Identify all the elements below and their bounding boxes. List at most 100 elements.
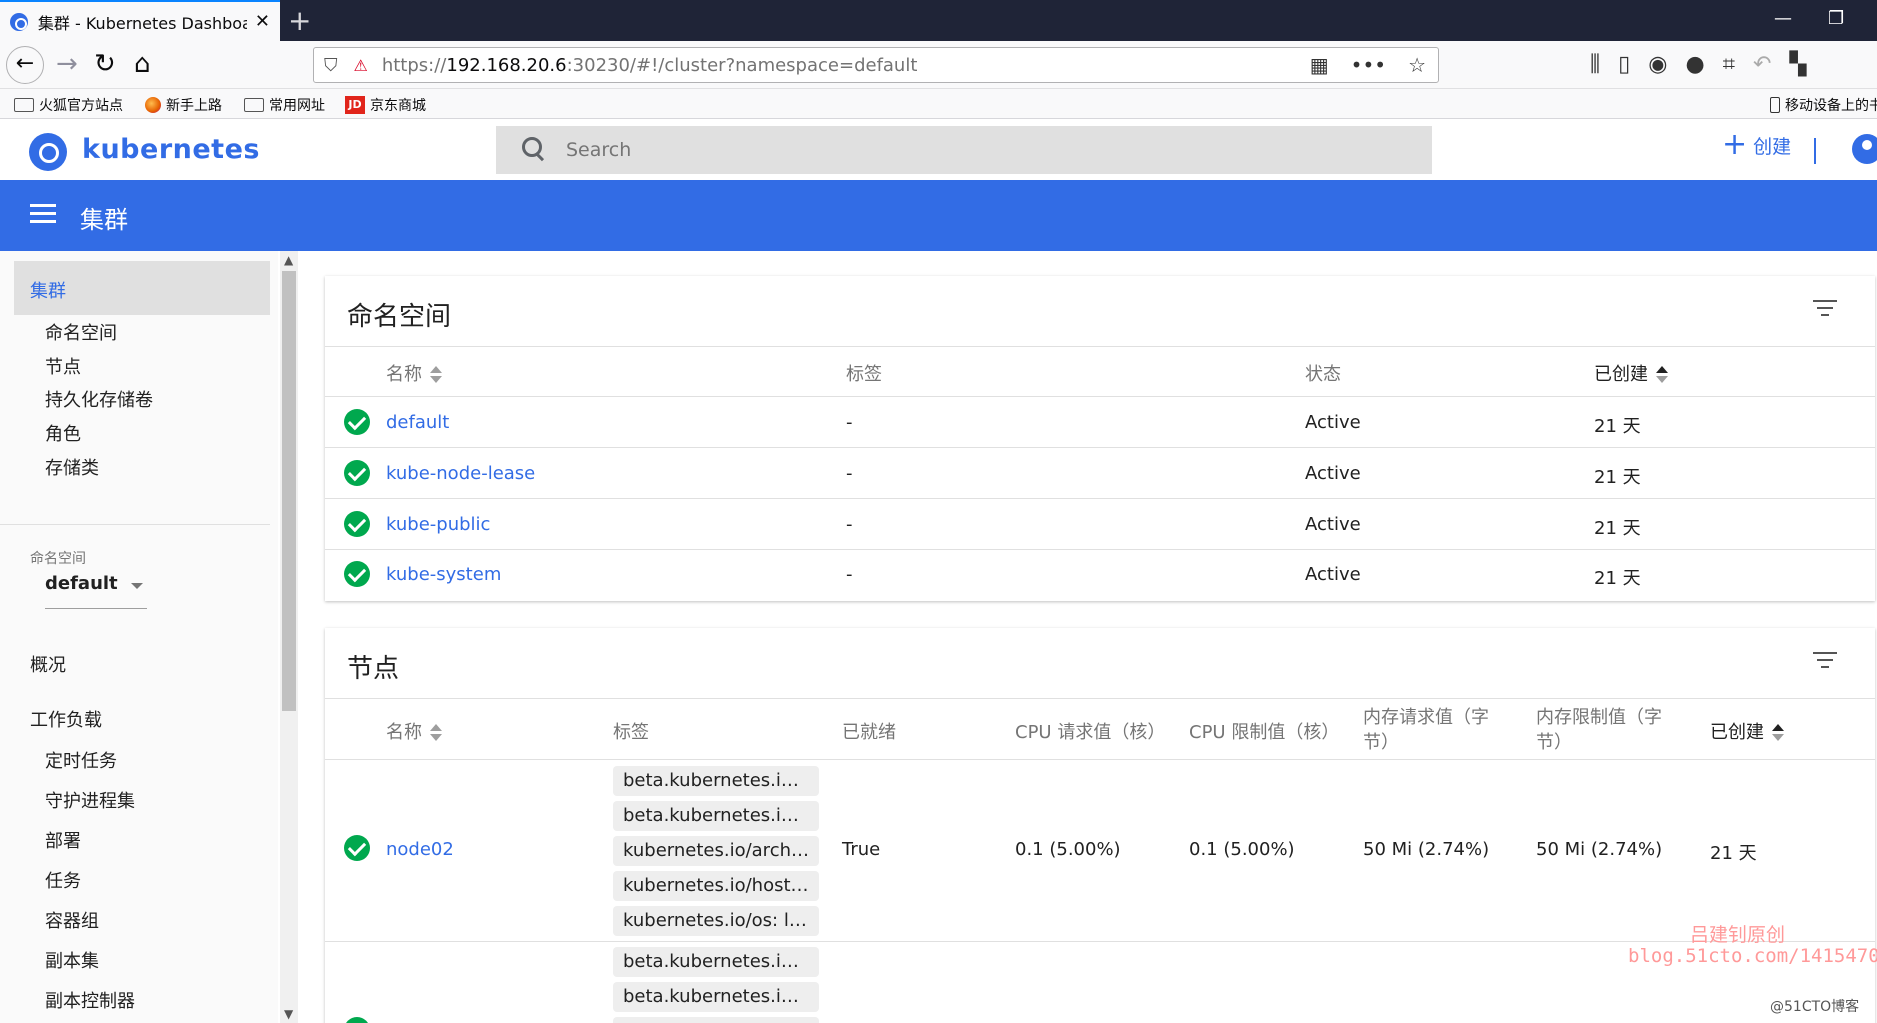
url-host: 192.168.20.6	[446, 54, 567, 76]
col-labels: 标签	[846, 364, 882, 385]
sidebar-item-cluster[interactable]: 集群	[14, 261, 270, 315]
status-ok-icon	[344, 409, 370, 435]
page-titlebar: 集群	[0, 180, 1877, 251]
screenshot-icon[interactable]: ⌗	[1723, 52, 1735, 77]
labels-cell: -	[846, 514, 853, 535]
account-circle-icon[interactable]	[1852, 134, 1877, 164]
created-cell: 21 天	[1594, 518, 1641, 539]
namespace-link[interactable]: kube-node-lease	[386, 463, 535, 484]
namespace-link[interactable]: kube-system	[386, 564, 501, 585]
bookmark-star-icon[interactable]: ☆	[1408, 53, 1426, 77]
sidebar-item-deployments[interactable]: 部署	[45, 827, 81, 853]
namespace-link[interactable]: kube-public	[386, 514, 490, 535]
col-created[interactable]: 已创建	[1594, 360, 1668, 386]
brand-name[interactable]: kubernetes	[82, 134, 260, 165]
firefox-icon	[145, 97, 161, 113]
bookmark-item[interactable]: JD 京东商城	[345, 95, 426, 115]
created-cell: 21 天	[1594, 416, 1641, 437]
new-tab-icon[interactable]: +	[288, 4, 311, 37]
shield-icon[interactable]: ⛉	[324, 55, 338, 76]
url-bar[interactable]: ⛉ ⚠ https://192.168.20.6:30230/#!/cluste…	[313, 47, 1439, 83]
tab-title: 集群 - Kubernetes Dashboard	[37, 13, 247, 33]
sort-icon	[1772, 724, 1784, 742]
bookmark-item[interactable]: 火狐官方站点	[14, 95, 123, 115]
cpu-limits-cell: 0.1 (5.00%)	[1189, 839, 1295, 860]
menu-icon[interactable]	[30, 204, 56, 224]
labels-cell: -	[846, 564, 853, 585]
status-cell: Active	[1305, 564, 1361, 585]
sidebar-item-replication-controllers[interactable]: 副本控制器	[45, 987, 135, 1013]
bookmark-item[interactable]: 常用网址	[244, 95, 325, 115]
sidebar-scrollbar[interactable]: ▲ ▼	[280, 251, 298, 1023]
col-name[interactable]: 名称	[386, 360, 442, 386]
sidebar-item-daemonsets[interactable]: 守护进程集	[45, 787, 135, 813]
node-link[interactable]: node02	[386, 839, 454, 860]
account-icon[interactable]: ◉	[1648, 52, 1667, 77]
namespace-label: 命名空间	[30, 551, 86, 567]
qr-code-icon[interactable]: ▦	[1310, 53, 1329, 77]
undo-icon[interactable]: ↶	[1753, 52, 1771, 77]
divider	[325, 447, 1875, 448]
nodes-title: 节点	[347, 654, 400, 684]
label-chip	[613, 1017, 819, 1023]
col-status: 状态	[1305, 364, 1341, 385]
reload-icon[interactable]: ↻	[94, 49, 116, 79]
sidebar-item-roles[interactable]: 角色	[45, 420, 81, 446]
col-created[interactable]: 已创建	[1710, 718, 1784, 744]
home-icon[interactable]: ⌂	[134, 49, 151, 79]
cpu-requests-cell: 0.1 (5.00%)	[1015, 839, 1121, 860]
label-chip: beta.kubernetes.io/arch...	[613, 766, 819, 796]
memory-limits-cell: 50 Mi (2.74%)	[1536, 839, 1663, 860]
sidebar-item-overview[interactable]: 概况	[30, 651, 66, 677]
sidebar-item-replicasets[interactable]: 副本集	[45, 947, 99, 973]
sidebar-item-persistent-volumes[interactable]: 持久化存储卷	[45, 386, 153, 412]
divider	[325, 698, 1875, 699]
mobile-icon	[1770, 97, 1780, 113]
sidebar-item-namespaces[interactable]: 命名空间	[45, 319, 117, 345]
sidebar-item-workloads[interactable]: 工作负载	[30, 706, 102, 732]
status-ok-icon	[344, 1017, 370, 1023]
minimize-icon[interactable]: —	[1774, 8, 1792, 29]
bookmark-item[interactable]: 新手上路	[145, 95, 222, 115]
divider	[325, 498, 1875, 499]
search-input[interactable]	[566, 139, 1366, 161]
namespace-select[interactable]: default	[45, 573, 147, 609]
sidebar-item-pods[interactable]: 容器组	[45, 907, 99, 933]
back-icon[interactable]: ←	[6, 46, 44, 84]
create-label: 创建	[1753, 135, 1792, 158]
sidebar-item-storage-classes[interactable]: 存储类	[45, 454, 99, 480]
insecure-lock-icon[interactable]: ⚠	[354, 56, 368, 75]
sidebar-item-jobs[interactable]: 任务	[45, 867, 81, 893]
sidebar-item-cronjobs[interactable]: 定时任务	[45, 747, 117, 773]
folder-icon	[14, 98, 34, 112]
watermark-site: @51CTO博客	[1770, 999, 1860, 1015]
namespaces-card: 命名空间 名称 标签 状态 已创建 default - Active 21 天 …	[325, 276, 1875, 601]
sidebar: 集群 命名空间 节点 持久化存储卷 角色 存储类 命名空间 default 概况…	[0, 251, 278, 1023]
scroll-down-icon[interactable]: ▼	[284, 1007, 293, 1021]
sidebar-item-nodes[interactable]: 节点	[45, 353, 81, 379]
url-rest: :30230/#!/cluster?namespace=default	[566, 54, 918, 76]
more-icon[interactable]: •••	[1351, 53, 1386, 77]
chat-icon[interactable]: ●	[1685, 52, 1704, 77]
col-labels: 标签	[613, 722, 649, 743]
forward-icon[interactable]: →	[56, 49, 78, 79]
restore-icon[interactable]: ❐	[1828, 8, 1844, 29]
status-cell: Active	[1305, 514, 1361, 535]
scroll-up-icon[interactable]: ▲	[284, 253, 293, 267]
col-name[interactable]: 名称	[386, 718, 442, 744]
scrollbar-thumb[interactable]	[282, 271, 296, 711]
filter-icon[interactable]	[1813, 300, 1837, 318]
plus-icon: +	[1722, 127, 1748, 162]
sidebar-icon[interactable]: ▯	[1618, 52, 1630, 77]
library-icon[interactable]: ⫼	[1590, 52, 1600, 77]
namespace-link[interactable]: default	[386, 412, 449, 433]
close-tab-icon[interactable]: ✕	[255, 11, 270, 32]
mobile-bookmarks[interactable]: 移动设备上的书签	[1770, 95, 1877, 115]
browser-tab[interactable]: 集群 - Kubernetes Dashboard ✕	[0, 0, 280, 41]
kubernetes-logo-icon[interactable]	[29, 133, 67, 171]
app-header: kubernetes + 创建	[0, 120, 1877, 180]
filter-icon[interactable]	[1813, 652, 1837, 670]
create-button[interactable]: + 创建	[1722, 130, 1791, 160]
col-memory-requests: 内存请求值（字节）	[1363, 707, 1489, 753]
extensions-icon[interactable]: ▚	[1789, 52, 1806, 77]
